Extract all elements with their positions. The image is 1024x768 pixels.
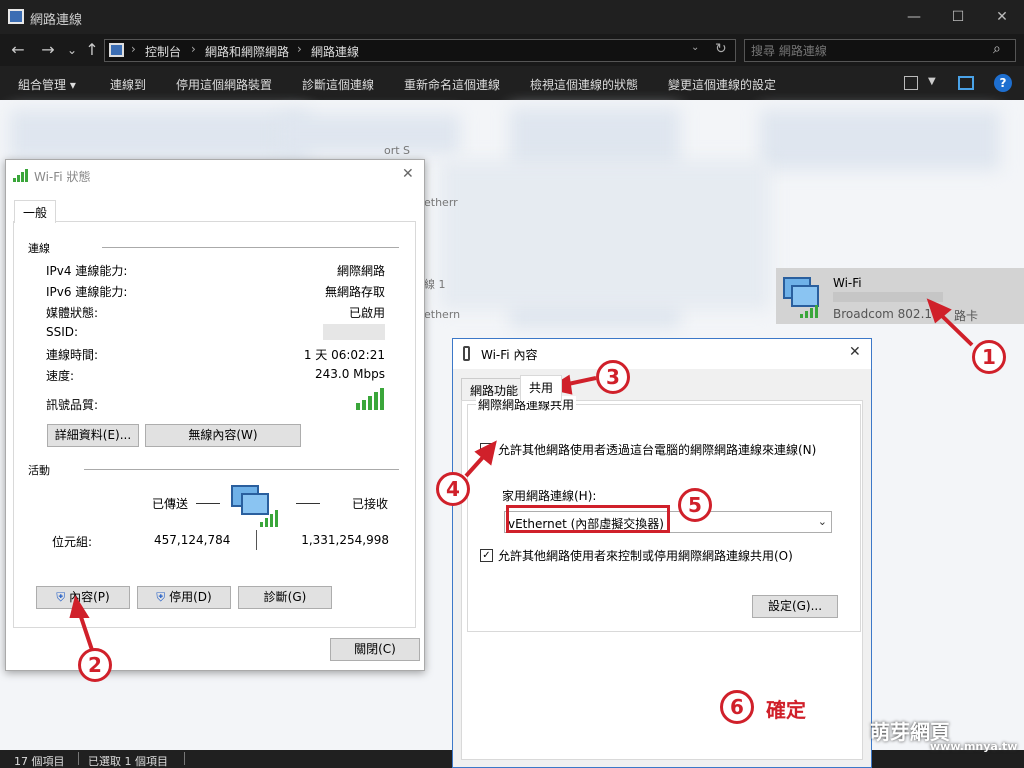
annotation-step-2: 2 [78,648,112,682]
annotation-step-4: 4 [436,472,470,506]
annotation-step-1: 1 [972,340,1006,374]
annotation-confirm-text: 確定 [766,698,806,722]
tab-general[interactable]: 一般 [14,200,57,223]
annotation-step-6: 6 [720,690,754,724]
annotation-arrows [69,298,974,651]
tab-sharing[interactable]: 共用 [520,375,563,401]
annotation-step-3: 3 [596,360,630,394]
watermark-url: www.mnya.tw [930,740,1018,753]
annotation-step-5: 5 [678,488,712,522]
